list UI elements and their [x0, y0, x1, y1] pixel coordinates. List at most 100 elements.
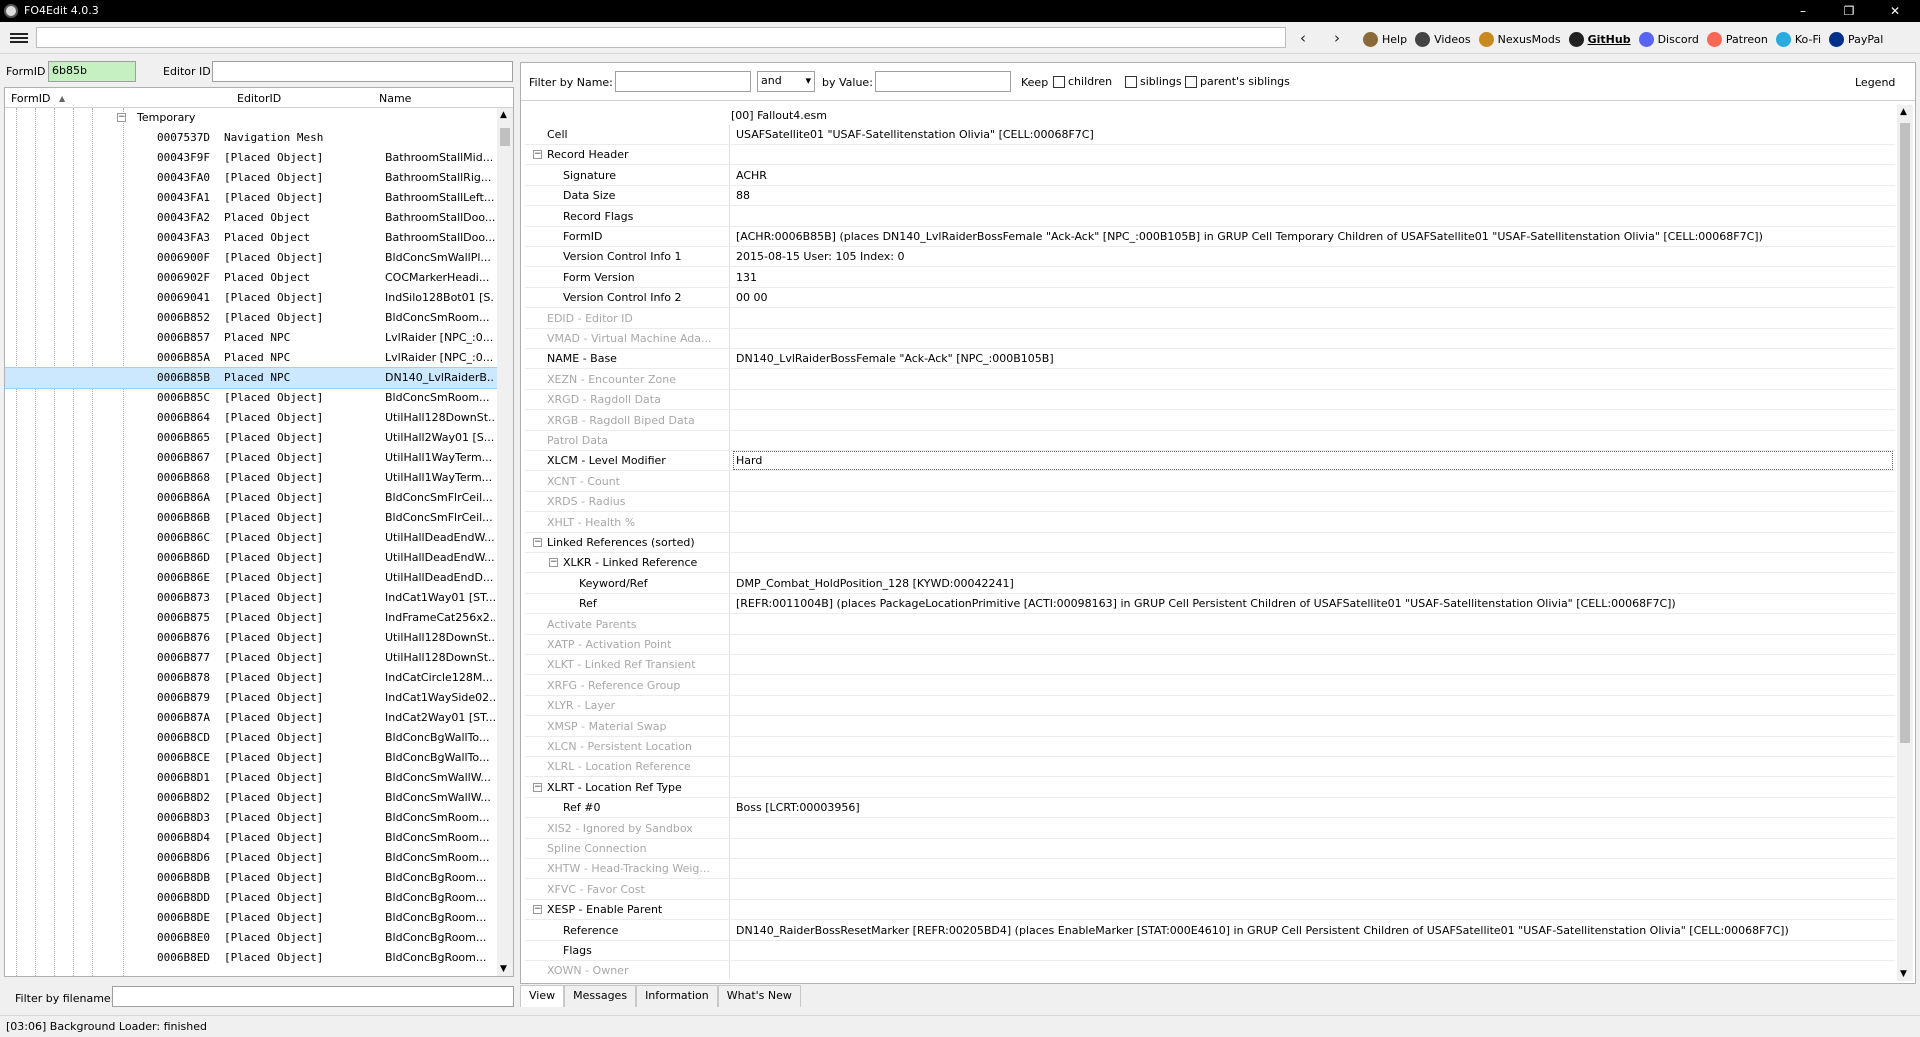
tree-row[interactable]: 0006B86E [Placed Object] UtilHallDeadEndD.…: [5, 568, 497, 588]
tree-row[interactable]: 00069041 [Placed Object] IndSilo128Bot01 […: [5, 288, 497, 308]
tree-row[interactable]: 00043F9F [Placed Object] BathroomStallMid.…: [5, 148, 497, 168]
link-github[interactable]: GitHub: [1568, 31, 1631, 47]
field-row[interactable]: XCNT - Count: [525, 472, 1895, 492]
collapse-icon[interactable]: −: [549, 558, 558, 568]
tree-group-temporary[interactable]: − Temporary: [5, 108, 497, 128]
tree-row[interactable]: 0006B865 [Placed Object] UtilHall2Way01 [S…: [5, 428, 497, 448]
close-button[interactable]: ✕: [1872, 0, 1918, 22]
tree-row[interactable]: 0006B873 [Placed Object] IndCat1Way01 [ST.…: [5, 588, 497, 608]
parents-siblings-checkbox[interactable]: parent's siblings: [1185, 75, 1290, 88]
minimize-button[interactable]: –: [1780, 0, 1826, 22]
field-row[interactable]: EDID - Editor ID: [525, 309, 1895, 329]
checkbox-icon[interactable]: [1053, 76, 1065, 88]
tree-row[interactable]: 0006B8DE [Placed Object] BldConcBgRoom...: [5, 908, 497, 928]
maximize-button[interactable]: ❐: [1826, 0, 1872, 22]
field-row[interactable]: − XESP - Enable Parent: [525, 900, 1895, 921]
tree-row[interactable]: 0006B8DD [Placed Object] BldConcBgRoom...: [5, 888, 497, 908]
tree-row[interactable]: 0006902F Placed Object COCMarkerHeadi...: [5, 268, 497, 288]
column-name[interactable]: Name: [379, 92, 411, 105]
field-row[interactable]: Signature ACHR: [525, 166, 1895, 186]
tree-row[interactable]: 0006B86A [Placed Object] BldConcSmFlrCeil.…: [5, 488, 497, 508]
field-row[interactable]: Patrol Data: [525, 431, 1895, 451]
tree-row[interactable]: 00043FA2 Placed Object BathroomStallDoo...: [5, 208, 497, 228]
filter-value-input[interactable]: [875, 71, 1011, 92]
tab-what-s-new[interactable]: What's New: [717, 985, 801, 1007]
field-row[interactable]: XLRL - Location Reference: [525, 757, 1895, 778]
scroll-down-icon[interactable]: ▼: [1900, 969, 1907, 979]
tree-row[interactable]: 0006B86C [Placed Object] UtilHallDeadEndW.…: [5, 528, 497, 548]
field-row[interactable]: Ref [REFR:0011004B] (places PackageLocati…: [525, 594, 1895, 615]
tree-row[interactable]: 0006B8CD [Placed Object] BldConcBgWallTo..…: [5, 728, 497, 748]
field-row[interactable]: NAME - Base DN140_LvlRaiderBossFemale "Ac…: [525, 349, 1895, 370]
field-row[interactable]: Cell USAFSatellite01 "USAF-Satellitenstat…: [525, 125, 1895, 145]
tree-row[interactable]: 0006900F [Placed Object] BldConcSmWallPl..…: [5, 248, 497, 268]
field-row[interactable]: XRGB - Ragdoll Biped Data: [525, 411, 1895, 431]
record-tree[interactable]: FormID ▲ EditorID Name − Temporary 00075…: [4, 87, 514, 977]
filter-name-input[interactable]: [615, 71, 751, 92]
collapse-icon[interactable]: −: [533, 782, 542, 792]
tree-row[interactable]: 0006B8D2 [Placed Object] BldConcSmWallW...: [5, 788, 497, 808]
view-scrollbar[interactable]: ▲ ▼: [1897, 105, 1913, 981]
tree-row[interactable]: 0006B86D [Placed Object] UtilHallDeadEndW.…: [5, 548, 497, 568]
field-row[interactable]: Version Control Info 1 2015-08-15 User: 1…: [525, 247, 1895, 268]
tab-view[interactable]: View: [520, 985, 565, 1007]
tree-row[interactable]: 00043FA1 [Placed Object] BathroomStallLeft…: [5, 188, 497, 208]
tree-row[interactable]: 0006B85C [Placed Object] BldConcSmRoom...: [5, 388, 497, 408]
tree-row[interactable]: 0006B8D1 [Placed Object] BldConcSmWallW...: [5, 768, 497, 788]
field-row[interactable]: XLCM - Level Modifier Hard: [525, 451, 1895, 472]
tree-scroll-thumb[interactable]: [500, 128, 510, 146]
scroll-up-icon[interactable]: ▲: [500, 110, 507, 120]
tree-row[interactable]: 0006B8D4 [Placed Object] BldConcSmRoom...: [5, 828, 497, 848]
field-row[interactable]: VMAD - Virtual Machine Ada...: [525, 329, 1895, 349]
hamburger-menu-icon[interactable]: [10, 33, 28, 43]
field-row[interactable]: Flags: [525, 941, 1895, 961]
link-ko-fi[interactable]: Ko-Fi: [1775, 31, 1821, 47]
field-row[interactable]: Data Size 88: [525, 186, 1895, 207]
main-command-input[interactable]: [36, 27, 1286, 48]
collapse-icon[interactable]: −: [533, 538, 542, 547]
field-row[interactable]: − Record Header: [525, 145, 1895, 166]
tree-row[interactable]: 0006B878 [Placed Object] IndCatCircle128M.…: [5, 668, 497, 688]
tree-row[interactable]: 0006B85B Placed NPC DN140_LvlRaiderB...: [5, 367, 498, 389]
field-row[interactable]: XRGD - Ragdoll Data: [525, 390, 1895, 411]
tree-row[interactable]: 0006B857 Placed NPC LvlRaider [NPC_:0...: [5, 328, 497, 348]
field-row[interactable]: XATP - Activation Point: [525, 635, 1895, 655]
field-row[interactable]: XHTW - Head-Tracking Weig...: [525, 859, 1895, 880]
formid-input[interactable]: 6b85b: [48, 61, 136, 82]
checkbox-icon[interactable]: [1125, 76, 1137, 88]
tree-row[interactable]: 0006B8D3 [Placed Object] BldConcSmRoom...: [5, 808, 497, 828]
tree-row[interactable]: 0006B87A [Placed Object] IndCat2Way01 [ST.…: [5, 708, 497, 728]
tree-scrollbar[interactable]: ▲ ▼: [497, 108, 513, 976]
tree-row[interactable]: 0006B867 [Placed Object] UtilHall1WayTerm.…: [5, 448, 497, 468]
tree-row[interactable]: 0006B852 [Placed Object] BldConcSmRoom...: [5, 308, 497, 328]
tree-row[interactable]: 0006B864 [Placed Object] UtilHall128DownSt…: [5, 408, 497, 428]
field-row[interactable]: Ref #0 Boss [LCRT:00003956]: [525, 798, 1895, 819]
field-row[interactable]: Reference DN140_RaiderBossResetMarker [RE…: [525, 921, 1895, 941]
column-editorid[interactable]: EditorID: [237, 92, 281, 105]
field-row[interactable]: FormID [ACHR:0006B85B] (places DN140_LvlR…: [525, 227, 1895, 247]
view-scroll-thumb[interactable]: [1900, 123, 1910, 743]
tree-row[interactable]: 0006B86B [Placed Object] BldConcSmFlrCeil.…: [5, 508, 497, 528]
tree-row[interactable]: 00043FA0 [Placed Object] BathroomStallRig.…: [5, 168, 497, 188]
scroll-down-icon[interactable]: ▼: [500, 964, 507, 974]
children-checkbox[interactable]: children: [1053, 75, 1112, 88]
link-discord[interactable]: Discord: [1638, 31, 1699, 47]
editorid-input[interactable]: [212, 61, 513, 82]
back-button[interactable]: ‹: [1300, 29, 1306, 47]
checkbox-icon[interactable]: [1185, 76, 1197, 88]
field-row[interactable]: − XLKR - Linked Reference: [525, 553, 1895, 574]
tree-row[interactable]: 00043FA3 Placed Object BathroomStallDoo...: [5, 228, 497, 248]
field-row[interactable]: Record Flags: [525, 207, 1895, 227]
tree-row[interactable]: 0006B875 [Placed Object] IndFrameCat256x2.…: [5, 608, 497, 628]
field-row[interactable]: XFVC - Favor Cost: [525, 880, 1895, 900]
tree-row[interactable]: 0006B876 [Placed Object] UtilHall128DownSt…: [5, 628, 497, 648]
forward-button[interactable]: ›: [1334, 29, 1340, 47]
legend-button[interactable]: Legend: [1855, 76, 1895, 89]
filter-operator-select[interactable]: and ▾: [757, 71, 815, 92]
tree-row[interactable]: 0006B8E0 [Placed Object] BldConcBgRoom...: [5, 928, 497, 948]
link-paypal[interactable]: PayPal: [1829, 31, 1883, 47]
tree-row[interactable]: 0006B85A Placed NPC LvlRaider [NPC_:0...: [5, 348, 497, 368]
field-row[interactable]: XRDS - Radius: [525, 492, 1895, 513]
field-row[interactable]: XIS2 - Ignored by Sandbox: [525, 819, 1895, 839]
collapse-icon[interactable]: −: [533, 150, 542, 160]
